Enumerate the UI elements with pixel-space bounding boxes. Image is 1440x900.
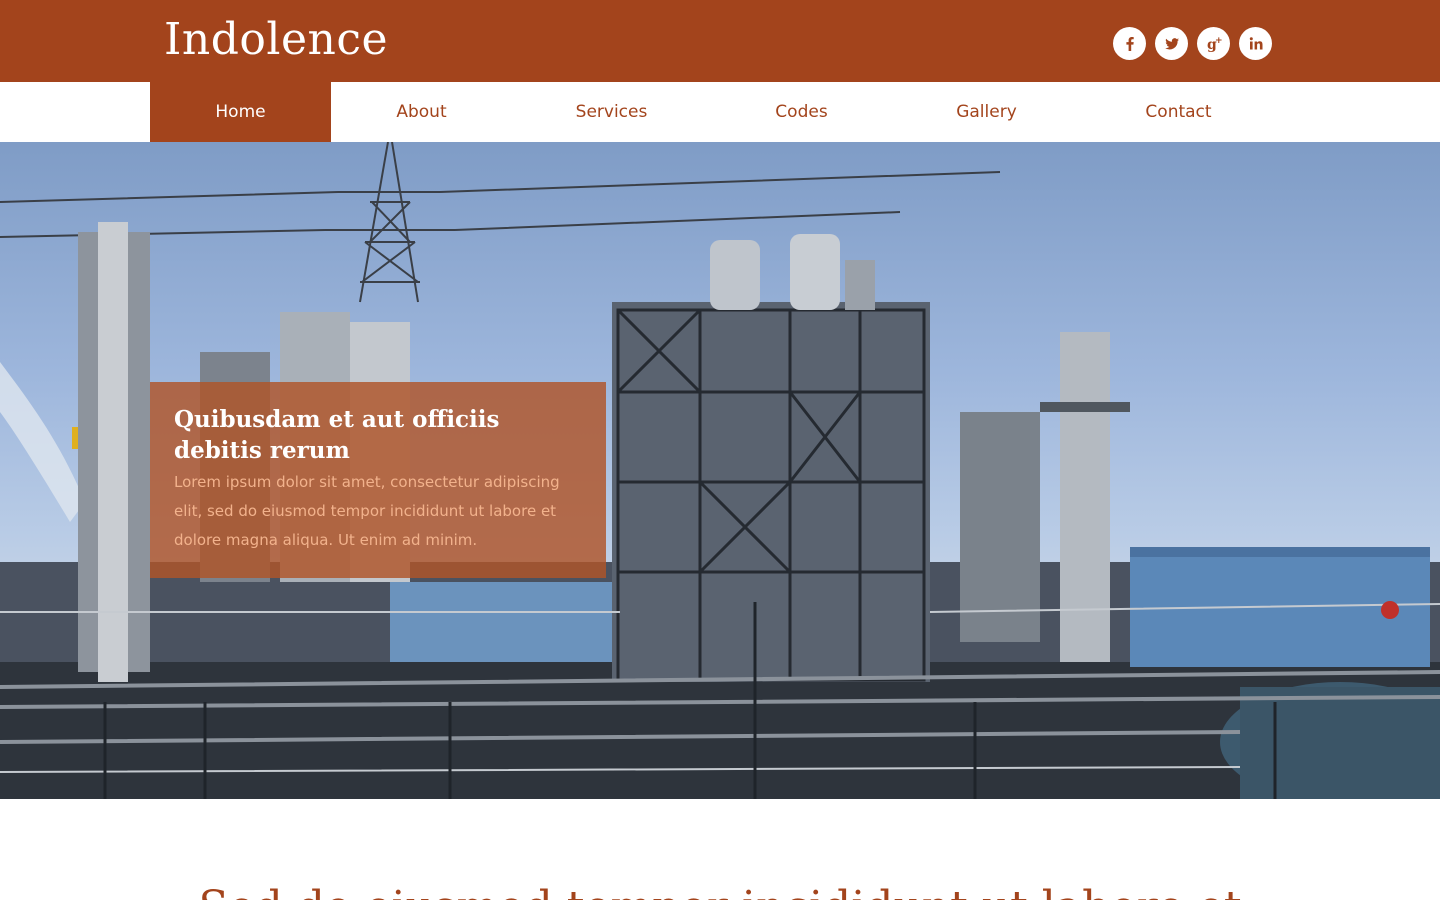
nav-item-home[interactable]: Home	[150, 82, 331, 142]
social-links: g +	[1113, 27, 1272, 60]
twitter-icon[interactable]	[1155, 27, 1188, 60]
hero-caption-text: Lorem ipsum dolor sit amet, consectetur …	[174, 473, 560, 549]
google-plus-icon[interactable]: g +	[1197, 27, 1230, 60]
section-title: Sed do eiusmod tempor incididunt ut labo…	[0, 880, 1440, 900]
nav-item-gallery[interactable]: Gallery	[896, 82, 1077, 142]
nav-item-codes[interactable]: Codes	[711, 82, 892, 142]
svg-text:+: +	[1215, 36, 1223, 46]
site-logo[interactable]: Indolence	[164, 12, 388, 68]
main-nav: Home About Services Codes Gallery Contac…	[0, 82, 1440, 142]
hero-caption-title: Quibusdam et aut officiis debitis rerum	[174, 406, 500, 464]
facebook-icon[interactable]	[1113, 27, 1146, 60]
linkedin-icon[interactable]	[1239, 27, 1272, 60]
hero-slider: Quibusdam et aut officiis debitis rerum …	[0, 142, 1440, 799]
site-header: Indolence g +	[0, 0, 1440, 82]
nav-item-about[interactable]: About	[331, 82, 512, 142]
nav-item-contact[interactable]: Contact	[1088, 82, 1269, 142]
nav-item-services[interactable]: Services	[521, 82, 702, 142]
hero-caption: Quibusdam et aut officiis debitis rerum …	[150, 382, 606, 578]
